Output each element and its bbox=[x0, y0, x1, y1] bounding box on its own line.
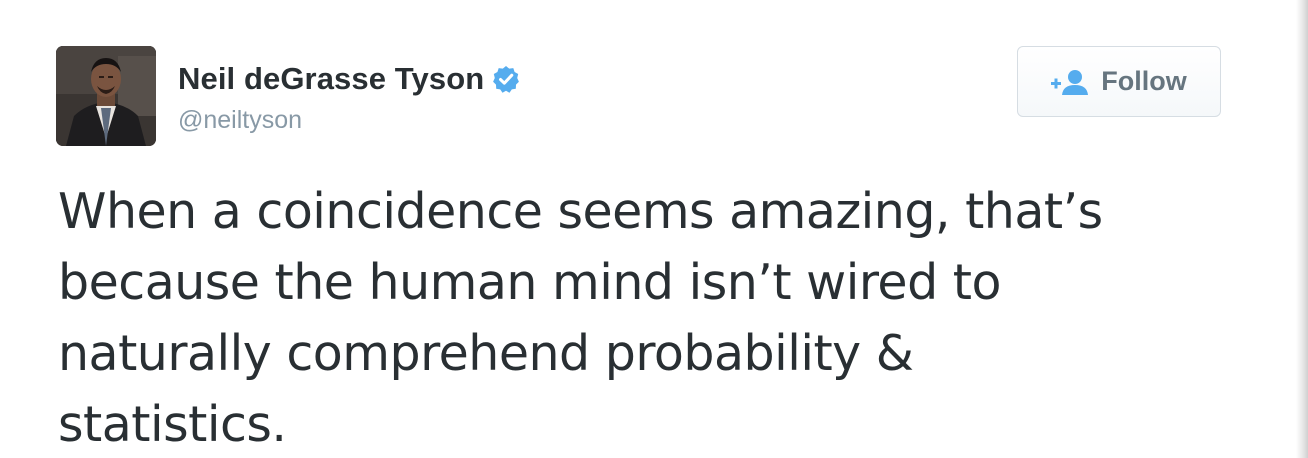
follow-button[interactable]: Follow bbox=[1017, 46, 1221, 117]
add-user-icon bbox=[1051, 69, 1089, 95]
author-avatar[interactable] bbox=[56, 46, 156, 146]
follow-button-label: Follow bbox=[1101, 66, 1187, 96]
author-name-row: Neil deGrasse Tyson bbox=[178, 57, 520, 101]
verified-badge-icon bbox=[492, 65, 520, 93]
author-username[interactable]: @neiltyson bbox=[178, 106, 302, 135]
tweet-text-line: statistics. bbox=[58, 396, 287, 453]
tweet-text-line: because the human mind isn’t wired to bbox=[58, 254, 1001, 311]
tweet-text: When a coincidence seems amazing, that’s… bbox=[58, 176, 1258, 458]
author-display-name[interactable]: Neil deGrasse Tyson bbox=[178, 61, 484, 97]
tweet-card: Neil deGrasse Tyson @neiltyson Follow Wh… bbox=[0, 0, 1308, 458]
tweet-text-line: When a coincidence seems amazing, that’s bbox=[58, 183, 1103, 240]
window-edge-shadow bbox=[1296, 0, 1308, 458]
author-avatar-photo bbox=[56, 46, 156, 146]
tweet-text-line: naturally comprehend probability & bbox=[58, 325, 914, 382]
